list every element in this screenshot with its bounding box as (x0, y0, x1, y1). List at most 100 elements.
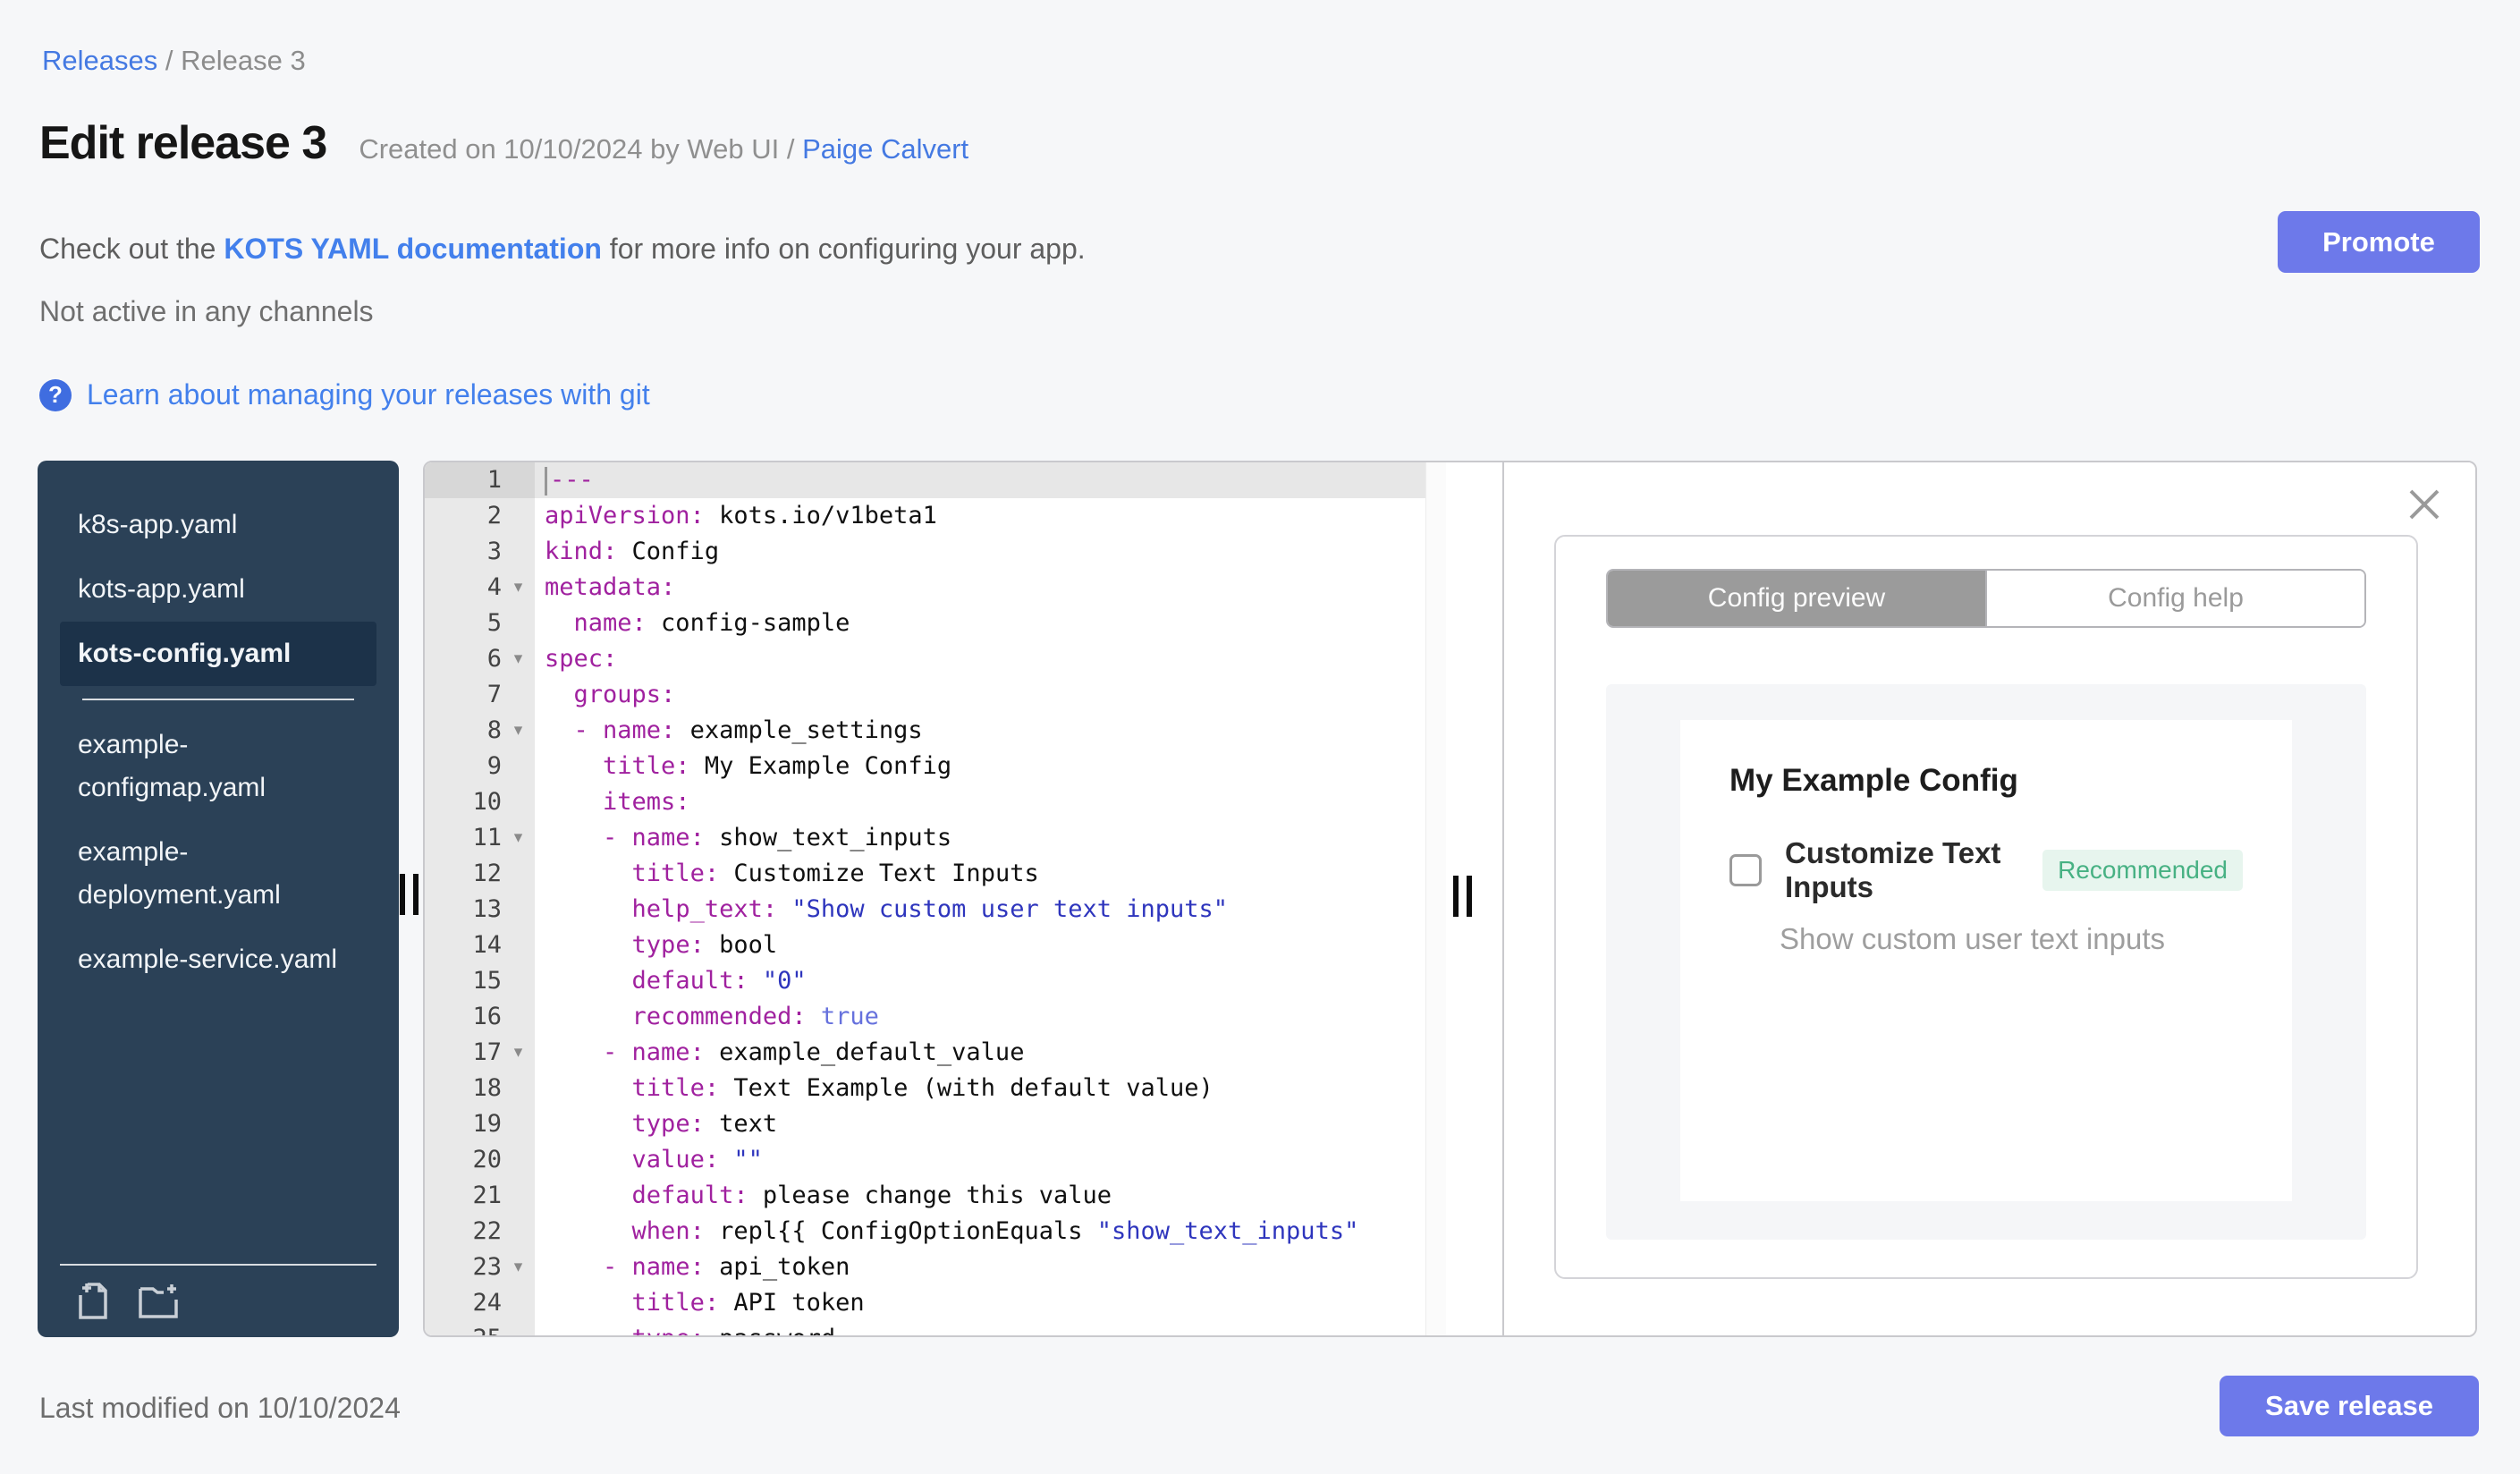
last-modified-text: Last modified on 10/10/2024 (39, 1392, 401, 1424)
editor-line-14[interactable]: 14 type: bool (425, 928, 1446, 963)
editor-line-8[interactable]: 8 ▾ - name: example_settings (425, 713, 1446, 749)
code-line-13[interactable]: help_text: "Show custom user text inputs… (535, 892, 1446, 928)
code-line-15[interactable]: default: "0" (535, 963, 1446, 999)
breadcrumb: Releases / Release 3 (42, 45, 306, 77)
code-line-5[interactable]: name: config-sample (535, 606, 1446, 641)
sidebar-file-k8s-app-yaml[interactable]: k8s-app.yaml (60, 493, 376, 557)
sidebar-bottom-divider (60, 1264, 376, 1266)
editor-line-7[interactable]: 7 groups: (425, 677, 1446, 713)
editor-line-3[interactable]: 3 kind: Config (425, 534, 1446, 570)
sidebar-resize-handle[interactable] (400, 874, 419, 915)
sidebar-file-example-service-yaml[interactable]: example-service.yaml (60, 928, 376, 992)
editor-line-15[interactable]: 15 default: "0" (425, 963, 1446, 999)
editor-line-4[interactable]: 4 ▾ metadata: (425, 570, 1446, 606)
editor-line-22[interactable]: 22 when: repl{{ ConfigOptionEquals "show… (425, 1214, 1446, 1250)
editor-line-24[interactable]: 24 title: API token (425, 1285, 1446, 1321)
code-line-16[interactable]: recommended: true (535, 999, 1446, 1035)
save-release-button[interactable]: Save release (2220, 1376, 2479, 1436)
fold-toggle-icon[interactable]: ▾ (502, 641, 535, 677)
close-icon[interactable] (2406, 486, 2443, 523)
editor-line-11[interactable]: 11 ▾ - name: show_text_inputs (425, 820, 1446, 856)
editor-line-16[interactable]: 16 recommended: true (425, 999, 1446, 1035)
editor-line-20[interactable]: 20 value: "" (425, 1142, 1446, 1178)
code-line-1[interactable]: --- (535, 462, 1446, 498)
sidebar-file-kots-config-yaml[interactable]: kots-config.yaml (60, 622, 376, 686)
config-render-area: My Example Config Customize Text Inputs … (1606, 684, 2366, 1240)
editor-line-10[interactable]: 10 items: (425, 784, 1446, 820)
fold-toggle-icon[interactable]: ▾ (502, 570, 535, 606)
preview-resize-handle[interactable] (1453, 876, 1472, 917)
gutter-line-8: 8 ▾ (425, 713, 535, 749)
doc-hint-prefix: Check out the (39, 233, 224, 265)
fold-toggle-icon[interactable]: ▾ (502, 713, 535, 749)
editor-line-25[interactable]: 25 type: password (425, 1321, 1446, 1335)
code-line-19[interactable]: type: text (535, 1106, 1446, 1142)
code-line-14[interactable]: type: bool (535, 928, 1446, 963)
yaml-editor[interactable]: 1 --- 2 apiVersion: kots.io/v1beta1 3 kind: C… (425, 462, 1446, 1335)
code-line-23[interactable]: - name: api_token (535, 1250, 1446, 1285)
fold-toggle-icon[interactable]: ▾ (502, 1035, 535, 1071)
edit-release-page: Releases / Release 3 Edit release 3 Crea… (0, 0, 2520, 1474)
code-line-18[interactable]: title: Text Example (with default value) (535, 1071, 1446, 1106)
breadcrumb-current: Release 3 (181, 45, 306, 76)
code-line-8[interactable]: - name: example_settings (535, 713, 1446, 749)
add-folder-icon[interactable] (137, 1280, 182, 1321)
code-line-20[interactable]: value: "" (535, 1142, 1446, 1178)
sidebar-file-example-configmap-yaml[interactable]: example-configmap.yaml (60, 713, 376, 820)
code-line-9[interactable]: title: My Example Config (535, 749, 1446, 784)
doc-hint-suffix: for more info on configuring your app. (601, 233, 1086, 265)
breadcrumb-releases-link[interactable]: Releases (42, 45, 157, 76)
code-line-10[interactable]: items: (535, 784, 1446, 820)
tab-config-help[interactable]: Config help (1985, 571, 2364, 626)
sidebar-file-kots-app-yaml[interactable]: kots-app.yaml (60, 557, 376, 622)
editor-line-18[interactable]: 18 title: Text Example (with default val… (425, 1071, 1446, 1106)
editor-line-23[interactable]: 23 ▾ - name: api_token (425, 1250, 1446, 1285)
editor-line-5[interactable]: 5 name: config-sample (425, 606, 1446, 641)
config-item-help: Show custom user text inputs (1780, 922, 2166, 955)
code-line-22[interactable]: when: repl{{ ConfigOptionEquals "show_te… (535, 1214, 1446, 1250)
kots-yaml-doc-link[interactable]: KOTS YAML documentation (224, 233, 602, 265)
fold-toggle-icon[interactable]: ▾ (502, 820, 535, 856)
promote-button[interactable]: Promote (2278, 211, 2480, 273)
code-line-6[interactable]: spec: (535, 641, 1446, 677)
editor-scrollbar[interactable] (1425, 462, 1446, 1335)
code-line-25[interactable]: type: password (535, 1321, 1446, 1335)
editor-line-9[interactable]: 9 title: My Example Config (425, 749, 1446, 784)
gutter-line-2: 2 (425, 498, 535, 534)
config-group-title: My Example Config (1729, 763, 2018, 798)
editor-line-19[interactable]: 19 type: text (425, 1106, 1446, 1142)
gutter-line-24: 24 (425, 1285, 535, 1321)
editor-line-6[interactable]: 6 ▾ spec: (425, 641, 1446, 677)
code-line-17[interactable]: - name: example_default_value (535, 1035, 1446, 1071)
editor-line-2[interactable]: 2 apiVersion: kots.io/v1beta1 (425, 498, 1446, 534)
editor-line-13[interactable]: 13 help_text: "Show custom user text inp… (425, 892, 1446, 928)
doc-hint: Check out the KOTS YAML documentation fo… (39, 233, 1086, 266)
code-line-11[interactable]: - name: show_text_inputs (535, 820, 1446, 856)
add-file-icon[interactable] (72, 1280, 114, 1321)
customize-text-inputs-checkbox[interactable] (1729, 854, 1762, 886)
author-link[interactable]: Paige Calvert (802, 133, 968, 165)
sidebar-file-example-deployment-yaml[interactable]: example-deployment.yaml (60, 820, 376, 928)
editor-line-21[interactable]: 21 default: please change this value (425, 1178, 1446, 1214)
gutter-line-5: 5 (425, 606, 535, 641)
code-line-3[interactable]: kind: Config (535, 534, 1446, 570)
code-line-7[interactable]: groups: (535, 677, 1446, 713)
gutter-line-14: 14 (425, 928, 535, 963)
code-line-12[interactable]: title: Customize Text Inputs (535, 856, 1446, 892)
code-line-24[interactable]: title: API token (535, 1285, 1446, 1321)
editor-line-1[interactable]: 1 --- (425, 462, 1446, 498)
fold-toggle-icon[interactable]: ▾ (502, 1250, 535, 1285)
git-releases-link[interactable]: Learn about managing your releases with … (87, 378, 650, 411)
tab-config-preview[interactable]: Config preview (1608, 571, 1985, 626)
gutter-line-1: 1 (425, 462, 535, 498)
editor-line-12[interactable]: 12 title: Customize Text Inputs (425, 856, 1446, 892)
code-line-2[interactable]: apiVersion: kots.io/v1beta1 (535, 498, 1446, 534)
code-line-4[interactable]: metadata: (535, 570, 1446, 606)
code-line-21[interactable]: default: please change this value (535, 1178, 1446, 1214)
editor-line-17[interactable]: 17 ▾ - name: example_default_value (425, 1035, 1446, 1071)
